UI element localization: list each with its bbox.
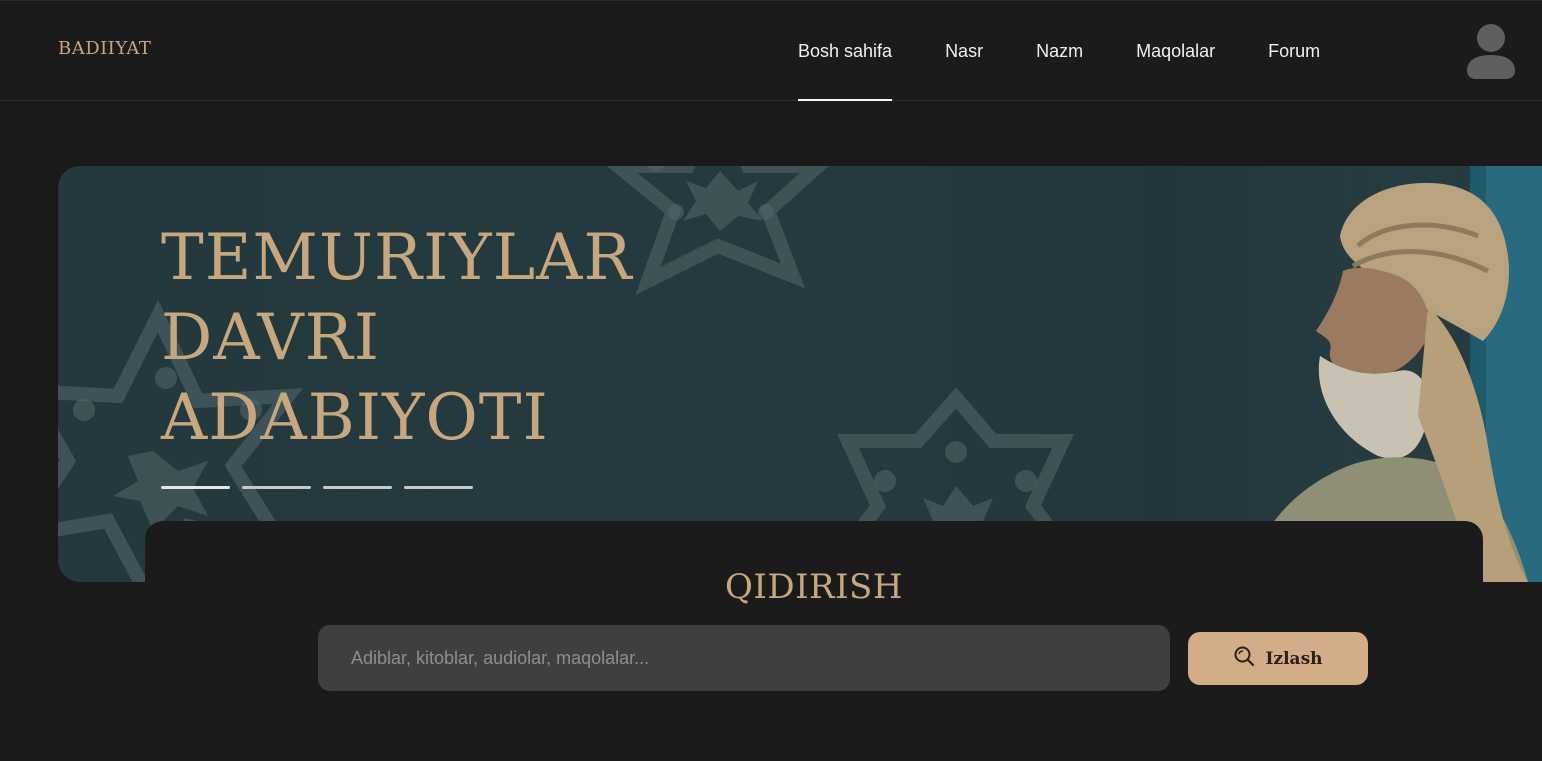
search-button[interactable]: Izlash — [1188, 632, 1368, 685]
search-title: Qidirish — [725, 567, 903, 607]
hero-title-line-2: davri — [161, 301, 381, 375]
nav-item-maqolalar[interactable]: Maqolalar — [1136, 1, 1215, 101]
nav-item-nasr[interactable]: Nasr — [945, 1, 983, 101]
search-panel: Qidirish Izlash — [145, 521, 1483, 761]
slider-dot-2[interactable] — [242, 486, 311, 489]
nav-item-forum[interactable]: Forum — [1268, 1, 1320, 101]
slider-indicators — [161, 486, 473, 489]
hero-title-line-3: adabiyoti — [161, 381, 549, 455]
site-logo[interactable]: Badiiyat — [58, 31, 151, 61]
hero-title-line-1: Temuriylar — [161, 221, 633, 295]
slider-dot-1[interactable] — [161, 486, 230, 489]
slider-dot-4[interactable] — [404, 486, 473, 489]
user-avatar-icon[interactable] — [1466, 23, 1516, 79]
hero-title: Temuriylar davri adabiyoti — [161, 218, 721, 458]
hero-banner: Temuriylar davri adabiyoti — [58, 166, 1542, 582]
nav-item-nazm[interactable]: Nazm — [1036, 1, 1083, 101]
slider-dot-3[interactable] — [323, 486, 392, 489]
search-icon — [1233, 645, 1255, 672]
search-input[interactable] — [318, 625, 1170, 691]
top-navbar: Badiiyat Bosh sahifa Nasr Nazm Maqolalar… — [0, 0, 1542, 101]
nav-item-bosh-sahifa[interactable]: Bosh sahifa — [798, 1, 893, 101]
search-button-label: Izlash — [1265, 648, 1323, 669]
main-nav: Bosh sahifa Nasr Nazm Maqolalar Forum — [798, 1, 1373, 101]
